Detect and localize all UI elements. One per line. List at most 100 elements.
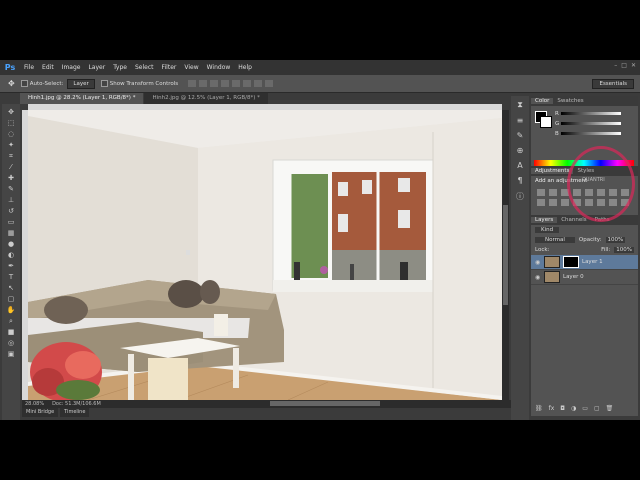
zoom-icon[interactable]: ⌕ [6, 317, 16, 326]
slider-g[interactable] [561, 122, 621, 125]
close-icon[interactable]: ✕ [631, 62, 636, 69]
eraser-icon[interactable]: ▭ [6, 218, 16, 227]
menu-image[interactable]: Image [58, 64, 85, 71]
crop-icon[interactable]: ⌗ [6, 152, 16, 161]
fx-icon[interactable]: fx [549, 405, 555, 412]
magic-wand-icon[interactable]: ✦ [6, 141, 16, 150]
type-icon[interactable]: T [6, 273, 16, 282]
visibility-eye-icon[interactable]: ◉ [535, 274, 541, 281]
pen-icon[interactable]: ✒ [6, 262, 16, 271]
options-bar: ✥ Auto-Select: Layer Show Transform Cont… [0, 75, 640, 93]
tab-mini-bridge[interactable]: Mini Bridge [22, 408, 59, 417]
distribute-icon[interactable] [254, 80, 263, 87]
character-icon[interactable]: A [517, 161, 522, 170]
layer-row-0[interactable]: ◉ Layer 0 [531, 270, 638, 285]
menu-type[interactable]: Type [109, 64, 131, 71]
status-bar: 28.08% Doc: 51.3M/106.6M [22, 400, 512, 408]
lookup-icon[interactable] [561, 199, 569, 206]
show-transform-checkbox[interactable] [100, 80, 108, 87]
trash-icon[interactable]: 🗑 [606, 405, 614, 412]
levels-icon[interactable] [549, 189, 557, 196]
menu-select[interactable]: Select [131, 64, 158, 71]
blur-icon[interactable]: ● [6, 240, 16, 249]
hand-icon[interactable]: ✋ [6, 306, 16, 315]
auto-select-checkbox[interactable] [20, 80, 28, 87]
align-middle-icon[interactable] [199, 80, 208, 87]
group-icon[interactable]: ▭ [582, 405, 588, 412]
brush-icon[interactable]: ✎ [6, 185, 16, 194]
maximize-icon[interactable]: □ [621, 62, 627, 69]
menu-view[interactable]: View [180, 64, 202, 71]
move-tool-icon[interactable]: ✥ [8, 79, 15, 88]
new-layer-icon[interactable]: ▢ [594, 405, 600, 412]
minimize-icon[interactable]: – [614, 62, 617, 69]
menu-file[interactable]: File [20, 64, 38, 71]
distribute2-icon[interactable] [265, 80, 274, 87]
history-brush-icon[interactable]: ↺ [6, 207, 16, 216]
menu-help[interactable]: Help [234, 64, 256, 71]
zoom-level[interactable]: 28.08% [25, 401, 44, 407]
marquee-icon[interactable]: ⬚ [6, 119, 16, 128]
move-icon[interactable]: ✥ [6, 108, 16, 117]
align-center-icon[interactable] [232, 80, 241, 87]
kind-dropdown[interactable]: Kind [535, 227, 560, 233]
path-select-icon[interactable]: ↖ [6, 284, 16, 293]
scroll-thumb[interactable] [503, 205, 508, 305]
info-icon[interactable]: ⓘ [516, 191, 524, 202]
menu-layer[interactable]: Layer [84, 64, 109, 71]
eyedropper-icon[interactable]: ⁄ [6, 163, 16, 172]
slider-b[interactable] [561, 132, 621, 135]
paragraph-icon[interactable]: ¶ [517, 176, 522, 185]
visibility-eye-icon[interactable]: ◉ [535, 259, 541, 266]
opacity-field[interactable]: 100% [605, 237, 626, 243]
stamp-icon[interactable]: ⊥ [6, 196, 16, 205]
tab-hinh2[interactable]: Hinh2.jpg @ 12.5% (Layer 1, RGB/8*) * [144, 93, 268, 104]
blend-mode-dropdown[interactable]: Normal [535, 237, 575, 243]
history-icon[interactable]: ⧗ [517, 100, 523, 110]
mixer-icon[interactable] [549, 199, 557, 206]
tab-adjustments[interactable]: Adjustments [531, 168, 574, 174]
lasso-icon[interactable]: ◌ [6, 130, 16, 139]
layer-name: Layer 0 [563, 274, 584, 280]
add-mask-icon[interactable]: ◘ [560, 405, 565, 412]
slider-r[interactable] [561, 112, 621, 115]
brightness-icon[interactable] [537, 189, 545, 196]
dodge-icon[interactable]: ◐ [6, 251, 16, 260]
tab-timeline[interactable]: Timeline [60, 408, 90, 417]
horizontal-scrollbar[interactable] [270, 401, 380, 406]
app-logo: Ps [4, 63, 16, 72]
photo-filter-icon[interactable] [537, 199, 545, 206]
channel-r: R [555, 111, 559, 117]
align-bottom-icon[interactable] [210, 80, 219, 87]
background-color[interactable] [540, 116, 552, 128]
menu-edit[interactable]: Edit [38, 64, 58, 71]
tab-color[interactable]: Color [531, 98, 554, 104]
document-canvas[interactable] [28, 110, 502, 400]
menu-window[interactable]: Window [203, 64, 235, 71]
healing-icon[interactable]: ✚ [6, 174, 16, 183]
brush-panel-icon[interactable]: ✎ [517, 131, 524, 140]
quickmask-icon[interactable]: ◎ [6, 339, 16, 348]
auto-select-dropdown[interactable]: Layer [67, 78, 95, 89]
workspace-dropdown[interactable]: Essentials [592, 79, 634, 89]
adjustment-layer-icon[interactable]: ◑ [571, 405, 576, 412]
vertical-scrollbar[interactable] [502, 110, 509, 400]
menu-filter[interactable]: Filter [158, 64, 181, 71]
layer-actions: ⛓ fx ◘ ◑ ▭ ▢ 🗑 [535, 405, 613, 412]
clone-source-icon[interactable]: ⊕ [517, 146, 524, 155]
properties-icon[interactable]: ≡ [517, 116, 524, 125]
shape-icon[interactable]: ▢ [6, 295, 16, 304]
tab-hinh1[interactable]: Hinh1.jpg @ 28.2% (Layer 1, RGB/8*) * [20, 93, 144, 104]
layer-mask-thumbnail[interactable] [563, 256, 579, 268]
screen-mode-icon[interactable]: ▣ [6, 350, 16, 359]
fill-field[interactable]: 100% [614, 247, 634, 253]
align-left-icon[interactable] [221, 80, 230, 87]
gradient-icon[interactable]: ▦ [6, 229, 16, 238]
tab-swatches[interactable]: Swatches [553, 98, 587, 104]
layer-row-1[interactable]: ◉ Layer 1 [531, 255, 638, 270]
color-swatch-icon[interactable]: ■ [6, 328, 16, 337]
align-top-icon[interactable] [188, 80, 197, 87]
align-right-icon[interactable] [243, 80, 252, 87]
tab-layers[interactable]: Layers [531, 217, 558, 223]
link-icon[interactable]: ⛓ [535, 405, 543, 412]
